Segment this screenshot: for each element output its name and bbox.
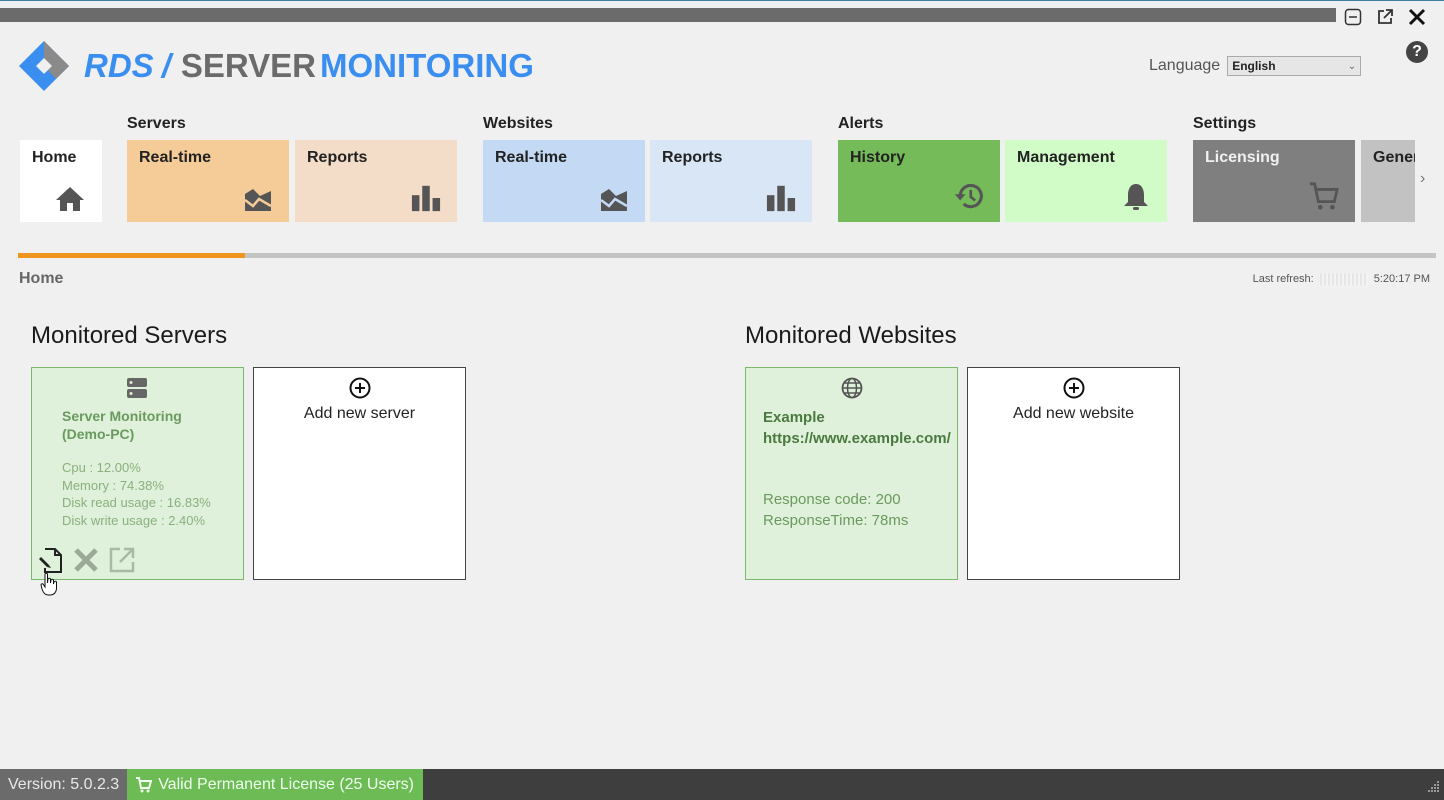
last-refresh: Last refresh: 5:20:17 PM [1253,273,1430,285]
title-bar-drag-area[interactable] [0,8,1336,22]
license-status[interactable]: Valid Permanent License (25 Users) [127,769,424,800]
bell-icon [1121,182,1151,212]
breadcrumb: Home [19,270,64,287]
website-response-time: ResponseTime: 78ms [763,512,909,529]
tile-alerts-history[interactable]: History [838,140,1000,222]
popout-button[interactable] [1374,6,1396,28]
monitored-websites-title: Monitored Websites [745,322,957,349]
tile-label: Reports [662,149,723,166]
add-website-button[interactable]: Add new website [967,367,1180,580]
add-server-button[interactable]: Add new server [253,367,466,580]
add-website-label: Add new website [1013,405,1134,422]
website-response-code: Response code: 200 [763,491,901,508]
tile-settings-general[interactable]: Gener [1361,140,1415,222]
bar-chart-icon [766,182,796,212]
minimize-button[interactable] [1342,6,1364,28]
tile-label: History [850,149,906,166]
logo-server: SERVER [180,47,316,84]
group-label-servers: Servers [127,115,186,132]
close-button[interactable] [1406,6,1428,28]
monitored-servers-title: Monitored Servers [31,322,228,349]
delete-server-button[interactable] [72,546,100,574]
cart-icon [136,776,153,792]
add-circle-icon [1063,377,1085,399]
language-dropdown[interactable]: English ⌄ [1227,56,1362,76]
group-label-websites: Websites [483,115,553,132]
server-disk-write: Disk write usage : 2.40% [62,512,206,528]
help-button[interactable]: ? [1406,41,1428,63]
server-memory: Memory : 74.38% [62,477,164,493]
home-icon [55,182,85,212]
language-selector: Language English ⌄ [1149,56,1362,76]
website-name: Example https://www.example.com/ [763,407,953,449]
tile-label: Reports [307,149,368,166]
server-card[interactable]: Server Monitoring (Demo-PC) Cpu : 12.00%… [31,367,244,580]
minimize-icon [1344,8,1362,26]
progress-fill [18,253,245,258]
nav-scroll-progress [18,253,1436,258]
resize-grip-icon[interactable] [1428,779,1440,797]
edit-icon [39,548,62,573]
tile-settings-licensing[interactable]: Licensing [1193,140,1355,222]
status-bar: Version: 5.0.2.3 Valid Permanent License… [0,769,1444,800]
add-server-label: Add new server [303,405,416,422]
last-refresh-time: 5:20:17 PM [1373,273,1430,285]
version-label: Version: 5.0.2.3 [0,769,128,800]
external-link-icon [1378,9,1393,24]
server-actions [36,546,136,574]
globe-icon [841,377,863,404]
tile-servers-realtime[interactable]: Real-time [127,140,289,222]
chevron-down-icon: ⌄ [1347,60,1357,72]
server-stats: Cpu : 12.00% Memory : 74.38% Disk read u… [62,459,211,529]
logo-monitoring: MONITORING [319,47,534,84]
last-refresh-label: Last refresh: [1252,273,1314,285]
tile-home[interactable]: Home [20,140,102,222]
last-refresh-date-redacted [1319,273,1368,285]
add-circle-icon [349,377,371,399]
tile-servers-reports[interactable]: Reports [295,140,457,222]
license-label: Valid Permanent License (25 Users) [158,775,415,793]
server-disk-read: Disk read usage : 16.83% [62,495,211,510]
group-label-settings: Settings [1193,115,1257,132]
window-top-border [0,0,1444,8]
app-logo: RDS / SERVER MONITORING [18,40,534,92]
language-label: Language [1149,57,1221,74]
website-url: https://www.example.com/ [763,430,951,447]
logo-separator: / [161,47,171,84]
website-card[interactable]: Example https://www.example.com/ Respons… [745,367,958,580]
chevron-right-icon[interactable]: › [1420,170,1425,188]
close-icon [1408,8,1426,26]
website-title: Example [763,409,825,426]
tile-alerts-management[interactable]: Management [1005,140,1167,222]
tile-label: Real-time [139,149,212,166]
cart-icon [1309,182,1339,212]
tile-label: Real-time [495,149,568,166]
logo-rds: RDS [84,47,154,84]
tile-label: Gener [1373,149,1415,166]
server-name: Server Monitoring (Demo-PC) [62,408,182,442]
bar-chart-icon [411,182,441,212]
area-chart-icon [243,182,273,212]
mouse-cursor-hand-icon [40,572,60,601]
tile-label: Home [32,149,77,166]
server-icon [127,378,147,403]
logo-diamond-icon [19,41,69,91]
group-label-alerts: Alerts [838,115,884,132]
open-server-button[interactable] [108,546,136,574]
server-cpu: Cpu : 12.00% [62,460,141,475]
delete-icon [74,548,98,572]
language-value: English [1232,59,1276,73]
website-stats: Response code: 200 ResponseTime: 78ms [763,489,908,531]
external-link-icon [109,547,135,573]
history-icon [954,182,984,212]
area-chart-icon [599,182,629,212]
help-icon: ? [1412,43,1422,60]
tile-websites-realtime[interactable]: Real-time [483,140,645,222]
tile-websites-reports[interactable]: Reports [650,140,812,222]
tile-label: Licensing [1205,149,1280,166]
edit-server-button[interactable] [36,546,64,574]
tile-label: Management [1017,149,1115,166]
